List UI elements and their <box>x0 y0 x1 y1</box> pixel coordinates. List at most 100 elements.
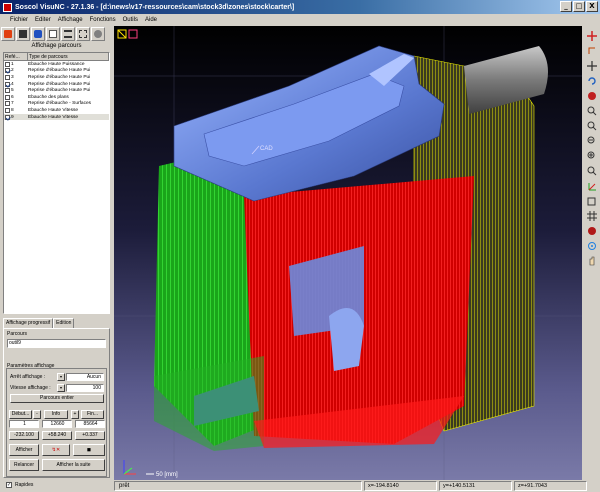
toolpath-checkbox[interactable] <box>5 81 10 87</box>
menu-fichier[interactable]: Fichier <box>10 17 28 23</box>
close-button[interactable]: X <box>586 1 598 12</box>
zoom-fit-icon[interactable] <box>586 120 597 131</box>
menu-affichage[interactable]: Affichage <box>58 17 83 23</box>
part-boss <box>329 308 364 371</box>
cube-icon[interactable] <box>16 27 30 41</box>
left-toolbar <box>1 27 112 41</box>
toolpath-list[interactable]: Refé... Type de parcours 1 Ebauche Haute … <box>3 52 110 314</box>
toolpath-number: 5 <box>11 88 14 94</box>
toolpath-label: Reprise d'ébauche - Surfaces <box>28 101 92 107</box>
fin-field[interactable]: 85664 <box>75 420 105 428</box>
toolpath-number: 2 <box>11 68 14 74</box>
menu-outils[interactable]: Outils <box>123 17 138 23</box>
toolpath-row[interactable]: 9 Ebauche Haute Vitesse <box>4 113 109 121</box>
parcours-label: Parcours <box>7 331 28 337</box>
zoom-in-icon[interactable] <box>586 150 597 161</box>
shaded-icon[interactable] <box>31 27 45 41</box>
toolpath-number: 3 <box>11 74 14 80</box>
toolpath-row[interactable]: 6 Ebauche des plans <box>4 94 109 101</box>
tab-edition[interactable]: Edition <box>53 318 75 328</box>
spindle-cylinder <box>464 46 548 114</box>
hand-icon[interactable] <box>586 255 597 266</box>
minimize-button[interactable]: _ <box>560 1 572 12</box>
menu-editer[interactable]: Editer <box>35 17 51 23</box>
parcours-entier-button[interactable]: Parcours entier <box>10 394 104 403</box>
list-icon[interactable] <box>61 27 75 41</box>
toolpath-number: 4 <box>11 81 14 87</box>
file-icon[interactable] <box>46 27 60 41</box>
vitesse-field[interactable]: 100 <box>66 384 104 392</box>
toolpath-row[interactable]: 1 Ebauche Haute Puissance <box>4 61 109 68</box>
toolpath-label: Ebauche Haute Vitesse <box>28 107 79 113</box>
tool-icon[interactable] <box>1 27 15 41</box>
pan-icon[interactable] <box>586 60 597 71</box>
parcours-field[interactable]: outil9 <box>7 339 106 348</box>
maximize-button[interactable]: □ <box>573 1 585 12</box>
toolpath-row[interactable]: 2 Reprise d'ébauche Haute Pui <box>4 68 109 75</box>
toolpath-row[interactable]: 4 Reprise d'ébauche Haute Pui <box>4 81 109 88</box>
xyz-axes-icon[interactable] <box>586 180 597 191</box>
toolpath-number: 6 <box>11 94 14 100</box>
toolpath-row[interactable]: 3 Reprise d'ébauche Haute Pui <box>4 74 109 81</box>
debut-field[interactable]: 1 <box>9 420 39 428</box>
zoom-out-icon[interactable] <box>586 135 597 146</box>
vitesse-dropdown-button[interactable]: ▾ <box>57 384 65 392</box>
toolpath-label: Ebauche Haute Puissance <box>28 61 85 67</box>
view-cube-icon[interactable] <box>586 195 597 206</box>
scale-label: 50 [mm] <box>156 472 178 478</box>
column-header-ref[interactable]: Refé... <box>4 53 28 60</box>
info-field[interactable]: 12660 <box>42 420 72 428</box>
menu-fonctions[interactable]: Fonctions <box>90 17 116 23</box>
menu-aide[interactable]: Aide <box>145 17 157 23</box>
axis-icon[interactable] <box>586 45 597 56</box>
arret-field[interactable]: Aucun <box>66 373 104 381</box>
toolpath-row[interactable]: 5 Reprise d'ébauche Haute Pui <box>4 87 109 94</box>
toolpath-checkbox[interactable] <box>5 68 10 74</box>
stop-icon[interactable]: ◼ <box>73 444 105 456</box>
vitesse-label: Vitesse affichage : <box>10 385 51 391</box>
tab-affichage-progressif[interactable]: Affichage progressif <box>3 318 54 328</box>
toolpath-row[interactable]: 8 Ebauche Haute Vitesse <box>4 107 109 114</box>
toolpath-checkbox[interactable] <box>5 94 10 100</box>
rapides-checkbox[interactable]: ✓ <box>6 482 12 488</box>
move-icon[interactable] <box>586 30 597 41</box>
window-title: Soscol VisuNC - 27.1.36 - [d:\news\v17-r… <box>15 3 295 11</box>
right-toolbar <box>583 26 600 480</box>
toolpath-checkbox[interactable] <box>5 101 10 107</box>
grid-icon[interactable] <box>586 210 597 221</box>
relancer-button[interactable]: Relancer <box>9 459 39 471</box>
toolpath-row[interactable]: 7 Reprise d'ébauche - Surfaces <box>4 101 109 108</box>
zoom-icon[interactable] <box>586 165 597 176</box>
toolpath-label: Reprise d'ébauche Haute Pui <box>28 81 91 87</box>
fin-button[interactable]: Fin... <box>81 410 104 419</box>
toolpath-label: Reprise d'ébauche Haute Pui <box>28 68 91 74</box>
zoom-window-icon[interactable] <box>586 105 597 116</box>
toolpath-checkbox[interactable] <box>5 107 10 113</box>
afficher-button[interactable]: Afficher <box>9 444 39 456</box>
step-back-button[interactable]: - <box>33 410 41 419</box>
sphere-icon[interactable] <box>586 90 597 101</box>
frame-icon[interactable] <box>76 27 90 41</box>
toolpath-checkbox[interactable] <box>5 88 10 94</box>
status-z: z=+91.7043 <box>514 481 587 491</box>
target-icon[interactable] <box>586 240 597 251</box>
settings-icon[interactable] <box>91 27 105 41</box>
afficher-suite-button[interactable]: Afficher la suite <box>42 459 105 471</box>
rapides-option[interactable]: ✓ Rapides <box>6 482 33 488</box>
left-panel: Affichage parcours Refé... Type de parco… <box>0 26 113 492</box>
toolpath-label: Ebauche Haute Vitesse <box>28 114 79 120</box>
red-sphere-icon[interactable] <box>586 225 597 236</box>
toolpath-checkbox[interactable] <box>5 61 10 67</box>
rotate-icon[interactable] <box>586 75 597 86</box>
column-header-type[interactable]: Type de parcours <box>28 53 109 60</box>
toolpath-checkbox[interactable] <box>5 74 10 80</box>
arret-dropdown-button[interactable]: ▾ <box>57 373 65 381</box>
debut-button[interactable]: Début... <box>9 410 32 419</box>
toolpath-checkbox[interactable] <box>5 114 10 120</box>
menu-bar: Fichier Editer Affichage Fonctions Outil… <box>0 14 600 25</box>
info-button[interactable]: Info <box>44 410 68 419</box>
toolpath-render: CAD 50 [mm] <box>114 26 582 480</box>
trace-icon[interactable]: ↯✕ <box>42 444 70 456</box>
step-forward-button[interactable]: + <box>71 410 79 419</box>
3d-viewport[interactable]: CAD 50 [mm] <box>114 26 582 480</box>
